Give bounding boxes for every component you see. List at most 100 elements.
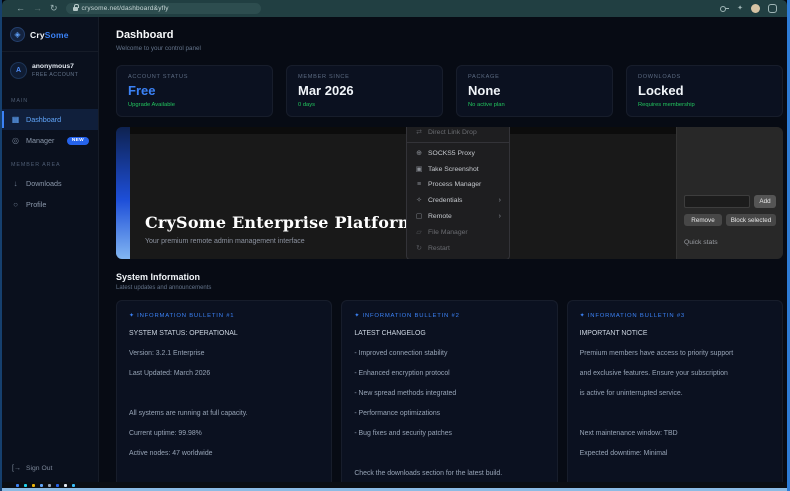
bulletin-line: Premium members have access to priority … [580, 344, 770, 364]
bulletin-body: LATEST CHANGELOG - Improved connection s… [354, 324, 544, 482]
app-shell: ◈ CrySome A anonymous7 FREE ACCOUNT MAIN… [2, 17, 787, 482]
menu-item-direct-link-drop[interactable]: ⇄ Direct Link Drop [407, 127, 509, 140]
taskbar-icon[interactable] [48, 484, 51, 487]
stat-label: ACCOUNT STATUS [128, 74, 261, 80]
user-avatar: A [10, 62, 27, 79]
menu-item-restart[interactable]: ↻ Restart [407, 240, 509, 256]
menu-item-label: Direct Link Drop [428, 129, 477, 136]
browser-menu-icon[interactable] [768, 4, 777, 13]
bulletin-line [354, 444, 544, 464]
menu-item-file-manager[interactable]: ▱ File Manager [407, 224, 509, 240]
browser-toolbar: ← → ↻ crysome.net/dashboard&yfly ✦ [2, 0, 787, 17]
camera-icon: ▣ [415, 165, 423, 173]
menu-item-label: Remote [428, 213, 452, 220]
block-selected-button[interactable]: Block selected [726, 214, 776, 226]
menu-item-label: Restart [428, 245, 450, 252]
sidebar-item-label: Profile [26, 200, 46, 209]
bulletin-line: Active nodes: 47 worldwide [129, 444, 319, 464]
bulletin-line: All systems are running at full capacity… [129, 404, 319, 424]
stat-label: PACKAGE [468, 74, 601, 80]
browser-profile-avatar[interactable] [751, 4, 760, 13]
logo[interactable]: ◈ CrySome [2, 24, 98, 52]
new-badge: NEW [67, 137, 89, 145]
taskbar-icon[interactable] [24, 484, 27, 487]
sidebar-item-label: Dashboard [26, 115, 61, 124]
system-info-title: System Information [116, 272, 783, 282]
stat-cards: ACCOUNT STATUS Free Upgrade Available ME… [116, 65, 783, 117]
bulletin-line: Last Updated: March 2026 [129, 364, 319, 384]
hero-banner: CrySome Enterprise Platform Your premium… [116, 127, 783, 259]
back-icon[interactable]: ← [16, 4, 25, 13]
taskbar-icon[interactable] [32, 484, 35, 487]
stat-note: Requires membership [638, 102, 771, 108]
menu-item-label: Process Manager [428, 181, 481, 188]
menu-item-remote[interactable]: ▢ Remote › [407, 208, 509, 224]
browser-window: ← → ↻ crysome.net/dashboard&yfly ✦ ◈ Cry… [0, 0, 790, 491]
remove-button[interactable]: Remove [684, 214, 722, 226]
reload-icon[interactable]: ↻ [50, 4, 58, 13]
stat-card-package: PACKAGE None No active plan [456, 65, 613, 117]
dashboard-icon: ▦ [11, 115, 20, 124]
taskbar-icon[interactable] [72, 484, 75, 487]
logo-text: CrySome [30, 30, 69, 40]
extension-icon[interactable]: ✦ [737, 5, 743, 12]
stat-note: No active plan [468, 102, 601, 108]
add-button[interactable]: Add [754, 195, 776, 208]
sidebar: ◈ CrySome A anonymous7 FREE ACCOUNT MAIN… [2, 17, 99, 482]
user-card[interactable]: A anonymous7 FREE ACCOUNT [2, 52, 98, 87]
bulletin-line: is active for uninterrupted service. [580, 384, 770, 404]
taskbar-icon[interactable] [64, 484, 67, 487]
menu-item-take-screenshot[interactable]: ▣ Take Screenshot [407, 161, 509, 177]
sign-out-label: Sign Out [26, 465, 52, 472]
bulletin-line: - Performance optimizations [354, 404, 544, 424]
taskbar-icon[interactable] [40, 484, 43, 487]
user-name: anonymous7 [32, 63, 78, 70]
bulletin-line: - Bug fixes and security patches [354, 424, 544, 444]
menu-item-label: File Manager [428, 229, 468, 236]
page-subtitle: Welcome to your control panel [116, 45, 783, 52]
menu-item-socks5-proxy[interactable]: ⊕ SOCKS5 Proxy [407, 145, 509, 161]
stat-value: Free [128, 83, 261, 98]
browser-actions: ✦ [720, 4, 777, 13]
password-key-icon[interactable] [720, 6, 729, 11]
taskbar-icon[interactable] [16, 484, 19, 487]
hero-title: CrySome Enterprise Platform [145, 213, 415, 232]
sign-out-icon: [→ [12, 465, 21, 472]
globe-icon: ⊕ [415, 149, 423, 157]
sidebar-section-member-area: MEMBER AREA [2, 151, 98, 173]
monitor-icon: ▢ [415, 212, 423, 220]
bulletin-card-1: ✦ INFORMATION BULLETIN #1 SYSTEM STATUS:… [116, 300, 332, 482]
submenu-chevron-icon: › [499, 197, 501, 204]
bulletin-header: ✦ INFORMATION BULLETIN #3 [580, 313, 770, 319]
sign-out-button[interactable]: [→ Sign Out [2, 457, 98, 476]
page-title: Dashboard [116, 29, 783, 41]
address-bar[interactable]: crysome.net/dashboard&yfly [66, 3, 261, 14]
taskbar-icon[interactable] [56, 484, 59, 487]
hero-subtitle: Your premium remote admin management int… [145, 238, 415, 245]
menu-item-credentials[interactable]: ✧ Credentials › [407, 192, 509, 208]
bulletin-line: - New spread methods integrated [354, 384, 544, 404]
stat-label: DOWNLOADS [638, 74, 771, 80]
manager-icon: ◎ [11, 136, 20, 145]
hero-text: CrySome Enterprise Platform Your premium… [145, 213, 415, 245]
menu-item-label: SOCKS5 Proxy [428, 150, 475, 157]
url-text[interactable]: crysome.net/dashboard&yfly [82, 5, 169, 12]
sidebar-item-manager[interactable]: ◎ Manager NEW [2, 130, 98, 151]
forward-icon[interactable]: → [33, 4, 42, 13]
link-icon: ⇄ [415, 128, 423, 136]
stat-value: Locked [638, 83, 771, 98]
submenu-chevron-icon: › [499, 213, 501, 220]
menu-item-process-manager[interactable]: ≡ Process Manager [407, 177, 509, 192]
bulletin-line: Version: 3.2.1 Enterprise [129, 344, 319, 364]
add-input[interactable] [684, 195, 750, 208]
folder-icon: ▱ [415, 228, 423, 236]
sidebar-item-dashboard[interactable]: ▦ Dashboard [2, 109, 98, 130]
bulletin-line [580, 404, 770, 424]
bulletin-body: SYSTEM STATUS: OPERATIONAL Version: 3.2.… [129, 324, 319, 464]
bulletin-line: - Improved connection stability [354, 344, 544, 364]
sidebar-section-main: MAIN [2, 87, 98, 109]
sidebar-item-downloads[interactable]: ↓ Downloads [2, 173, 98, 194]
sidebar-item-profile[interactable]: ○ Profile [2, 194, 98, 215]
hero-accent-strip [116, 127, 130, 259]
stat-card-member-since: MEMBER SINCE Mar 2026 0 days [286, 65, 443, 117]
